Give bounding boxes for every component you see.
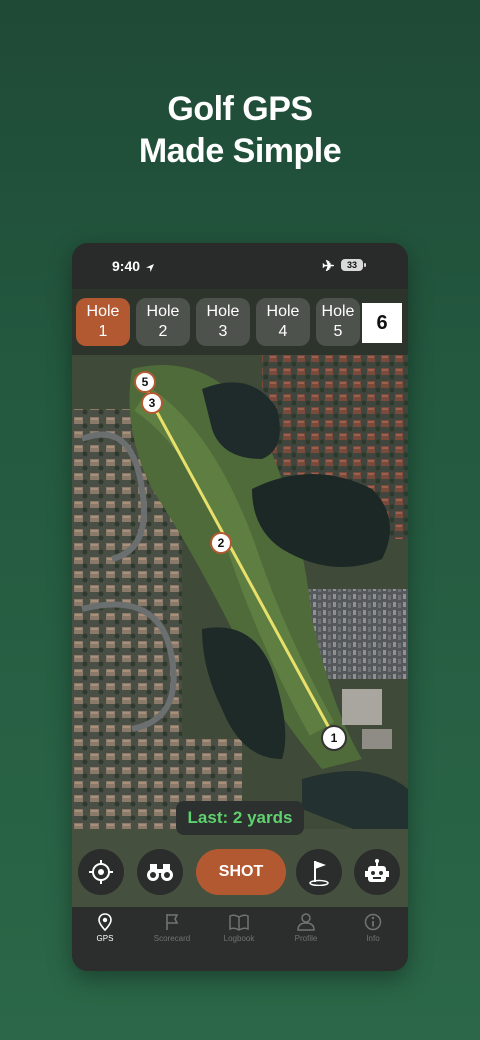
last-shot-distance: Last: 2 yards xyxy=(176,801,304,835)
status-time: 9:40 xyxy=(112,258,141,274)
hole-tab-4[interactable]: Hole 4 xyxy=(256,298,310,346)
hole-tab-number: 3 xyxy=(218,323,228,340)
tab-logbook[interactable]: Logbook xyxy=(206,913,272,943)
tab-label: Info xyxy=(366,934,380,943)
promo-headline: Golf GPS Made Simple xyxy=(0,88,480,172)
status-bar: 9:40 ✈ 33 xyxy=(72,243,408,289)
flag-icon xyxy=(166,914,179,930)
hole-tab-label: Hole xyxy=(266,303,300,320)
phone-screen: 9:40 ✈ 33 Hole 1 Hole 2 Hole 3 Hole 4 Ho… xyxy=(72,243,408,971)
tab-label: Scorecard xyxy=(153,934,191,943)
golf-flag-icon xyxy=(309,861,329,887)
tab-scorecard[interactable]: Scorecard xyxy=(139,913,205,943)
flag-pin-button[interactable] xyxy=(296,849,342,895)
battery-tip xyxy=(364,263,366,267)
tab-info[interactable]: Info xyxy=(340,913,406,943)
hole-tab-label: Hole xyxy=(206,303,240,320)
bottom-tab-bar: GPS Scorecard Logbook Profile Info xyxy=(72,907,408,971)
binoculars-icon xyxy=(147,864,173,881)
hole-tab-number: 5 xyxy=(333,323,343,340)
shot-marker-3[interactable]: 3 xyxy=(141,392,163,414)
promo-line-2: Made Simple xyxy=(138,132,342,170)
hole-tab-label: Hole xyxy=(146,303,180,320)
tab-label: Logbook xyxy=(223,934,255,943)
course-map[interactable]: Hole 1 Hole 2 Hole 3 Hole 4 Hole 5 6 5 3 xyxy=(72,289,408,907)
hole-tab-label: Hole xyxy=(321,303,355,320)
tab-label: GPS xyxy=(96,934,114,943)
ai-caddie-button[interactable] xyxy=(354,849,400,895)
hole-tab-number: 1 xyxy=(98,323,108,340)
hole-tab-number: 2 xyxy=(158,323,168,340)
battery-icon: 33 xyxy=(341,259,363,271)
tab-profile[interactable]: Profile xyxy=(273,913,339,943)
info-icon xyxy=(364,913,382,931)
hole-tab-2[interactable]: Hole 2 xyxy=(136,298,190,346)
current-hole-number[interactable]: 6 xyxy=(362,303,402,343)
hole-tab-label: Hole xyxy=(86,303,120,320)
shot-marker-5[interactable]: 5 xyxy=(134,371,156,393)
hole-tab-5[interactable]: Hole 5 xyxy=(316,298,360,346)
robot-icon xyxy=(365,859,389,882)
book-icon xyxy=(229,914,249,931)
locate-me-button[interactable] xyxy=(78,849,124,895)
person-icon xyxy=(297,913,315,931)
shot-button[interactable]: SHOT xyxy=(196,849,286,895)
location-arrow-icon xyxy=(145,260,155,276)
map-pin-icon xyxy=(98,913,112,931)
tab-gps[interactable]: GPS xyxy=(72,913,138,943)
rangefinder-button[interactable] xyxy=(137,849,183,895)
promo-line-1: Golf GPS xyxy=(167,90,313,128)
hole-tab-number: 4 xyxy=(278,323,288,340)
tab-label: Profile xyxy=(294,934,318,943)
shot-marker-2[interactable]: 2 xyxy=(210,532,232,554)
crosshair-icon xyxy=(89,860,113,884)
hole-selector: Hole 1 Hole 2 Hole 3 Hole 4 Hole 5 6 xyxy=(72,289,408,355)
airplane-icon: ✈ xyxy=(322,258,335,275)
hole-tab-3[interactable]: Hole 3 xyxy=(196,298,250,346)
hole-tab-1[interactable]: Hole 1 xyxy=(76,298,130,346)
shot-marker-1[interactable]: 1 xyxy=(321,725,347,751)
